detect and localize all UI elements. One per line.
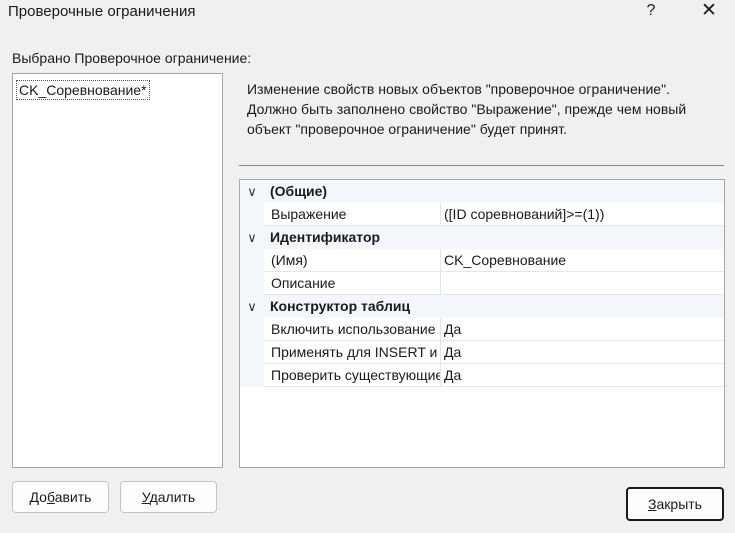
category-label: Конструктор таблиц: [270, 298, 411, 314]
title-bar: Проверочные ограничения ? ✕: [0, 0, 735, 26]
property-name: Описание: [264, 272, 441, 295]
row-gutter: [240, 203, 264, 226]
delete-button[interactable]: Удалить: [120, 481, 217, 513]
property-name: Применять для INSERT и UPDATE: [264, 341, 441, 364]
property-row-name[interactable]: (Имя) CK_Соревнование: [240, 249, 724, 272]
property-grid[interactable]: ∨ (Общие) Выражение ([ID соревнований]>=…: [239, 179, 725, 468]
button-label-post: далить: [149, 489, 196, 505]
property-value-expression[interactable]: ([ID соревнований]>=(1)): [441, 203, 724, 226]
constraint-list[interactable]: CK_Соревнование*: [12, 73, 223, 468]
row-gutter: [240, 272, 264, 295]
close-button[interactable]: Закрыть: [626, 487, 724, 521]
property-name: Выражение: [264, 203, 441, 226]
row-gutter: [240, 318, 264, 341]
category-label: (Общие): [270, 183, 328, 199]
close-window-button[interactable]: ✕: [689, 0, 729, 24]
category-label: Идентификатор: [270, 229, 381, 245]
row-gutter: [240, 364, 264, 387]
property-row-enable[interactable]: Включить использование Да: [240, 318, 724, 341]
property-name: (Имя): [264, 249, 441, 272]
property-row-description[interactable]: Описание: [240, 272, 724, 295]
description-panel: Изменение свойств новых объектов "провер…: [239, 73, 724, 166]
property-row-check-existing[interactable]: Проверить существующие данные Да: [240, 364, 724, 387]
property-name: Включить использование: [264, 318, 441, 341]
property-value-check-existing[interactable]: Да: [441, 364, 724, 387]
property-value-insert-update[interactable]: Да: [441, 341, 724, 364]
list-item[interactable]: CK_Соревнование*: [16, 80, 150, 100]
property-row-expression[interactable]: Выражение ([ID соревнований]>=(1)): [240, 203, 724, 226]
button-label-post: акрыть: [656, 496, 702, 512]
chevron-down-icon[interactable]: ∨: [240, 295, 264, 318]
button-label-pre: До: [29, 489, 47, 505]
window-title: Проверочные ограничения: [8, 3, 196, 20]
property-value-description[interactable]: [441, 272, 724, 295]
row-gutter: [240, 249, 264, 272]
category-general[interactable]: ∨ (Общие): [240, 180, 724, 203]
row-gutter: [240, 341, 264, 364]
property-name: Проверить существующие данные: [264, 364, 441, 387]
button-label-accelerator: З: [648, 496, 657, 512]
chevron-down-icon[interactable]: ∨: [240, 180, 264, 203]
button-label-accelerator: б: [46, 489, 55, 505]
help-button[interactable]: ?: [631, 0, 671, 24]
category-table-designer[interactable]: ∨ Конструктор таблиц: [240, 295, 724, 318]
category-identity[interactable]: ∨ Идентификатор: [240, 226, 724, 249]
button-label-post: авить: [54, 489, 92, 505]
property-value-enable[interactable]: Да: [441, 318, 724, 341]
button-label-accelerator: У: [141, 489, 150, 505]
property-row-insert-update[interactable]: Применять для INSERT и UPDATE Да: [240, 341, 724, 364]
property-value-name[interactable]: CK_Соревнование: [441, 249, 724, 272]
selected-constraint-label: Выбрано Проверочное ограничение:: [12, 50, 252, 66]
add-button[interactable]: Добавить: [12, 481, 109, 513]
chevron-down-icon[interactable]: ∨: [240, 226, 264, 249]
